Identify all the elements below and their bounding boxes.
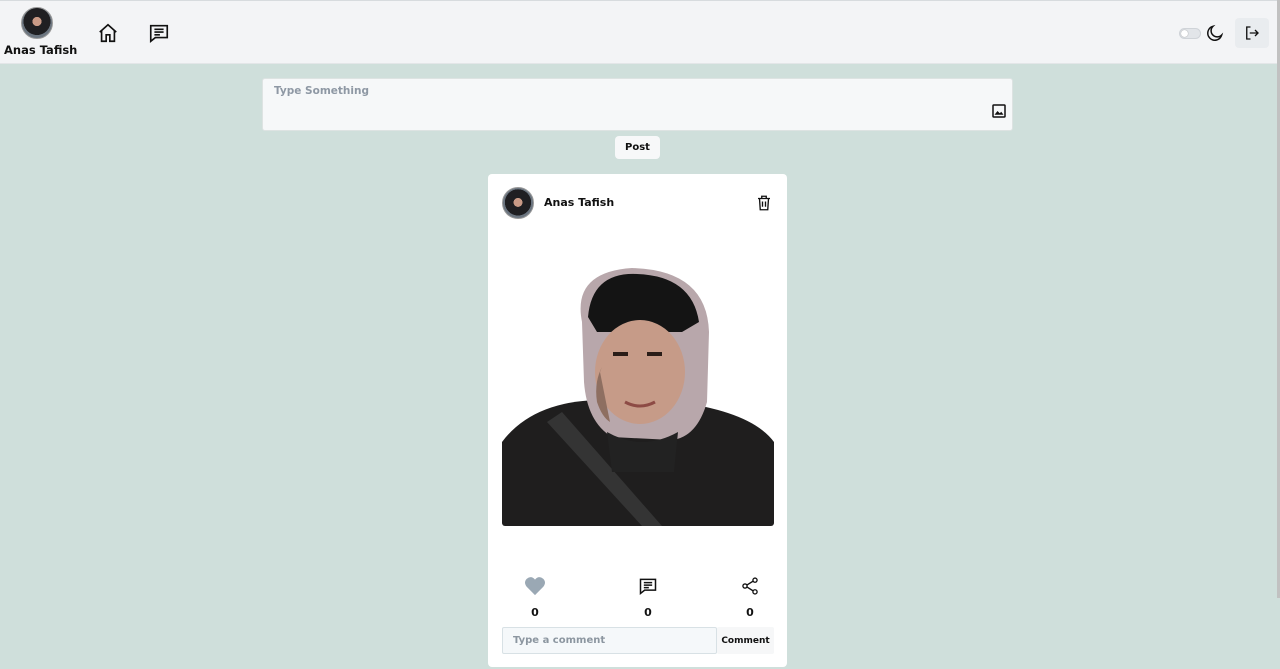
heart-icon[interactable] xyxy=(524,576,546,596)
user-profile[interactable]: Anas Tafish xyxy=(4,7,77,57)
post-photo xyxy=(502,262,774,526)
logout-icon xyxy=(1246,26,1259,40)
share-action[interactable]: 0 xyxy=(730,576,770,619)
top-navigation-bar: Anas Tafish xyxy=(0,0,1277,64)
comment-count: 0 xyxy=(644,606,652,619)
like-action[interactable]: 0 xyxy=(515,576,555,619)
image-icon[interactable] xyxy=(990,102,1008,124)
user-avatar[interactable] xyxy=(21,7,53,39)
theme-toggle[interactable] xyxy=(1179,28,1201,39)
post-composer[interactable]: Type Something xyxy=(262,78,1013,131)
post-button[interactable]: Post xyxy=(615,136,660,159)
comment-action[interactable]: 0 xyxy=(628,576,668,619)
comment-button[interactable]: Comment xyxy=(717,627,774,654)
logout-button[interactable] xyxy=(1235,18,1269,48)
message-square-icon[interactable] xyxy=(148,22,170,44)
like-count: 0 xyxy=(531,606,539,619)
comment-input[interactable]: Type a comment xyxy=(502,627,717,654)
post-author-name[interactable]: Anas Tafish xyxy=(544,196,614,209)
home-icon[interactable] xyxy=(97,22,119,44)
post-card: Anas Tafish 0 0 0 Type a comment Comment xyxy=(488,174,787,667)
comment-icon[interactable] xyxy=(638,576,658,596)
composer-placeholder[interactable]: Type Something xyxy=(274,85,369,97)
toggle-knob xyxy=(1181,30,1188,37)
moon-icon[interactable] xyxy=(1205,23,1225,47)
post-author-avatar[interactable] xyxy=(502,187,534,219)
share-count: 0 xyxy=(746,606,754,619)
share-icon[interactable] xyxy=(740,576,760,596)
trash-icon[interactable] xyxy=(755,194,773,216)
user-name[interactable]: Anas Tafish xyxy=(4,43,77,57)
